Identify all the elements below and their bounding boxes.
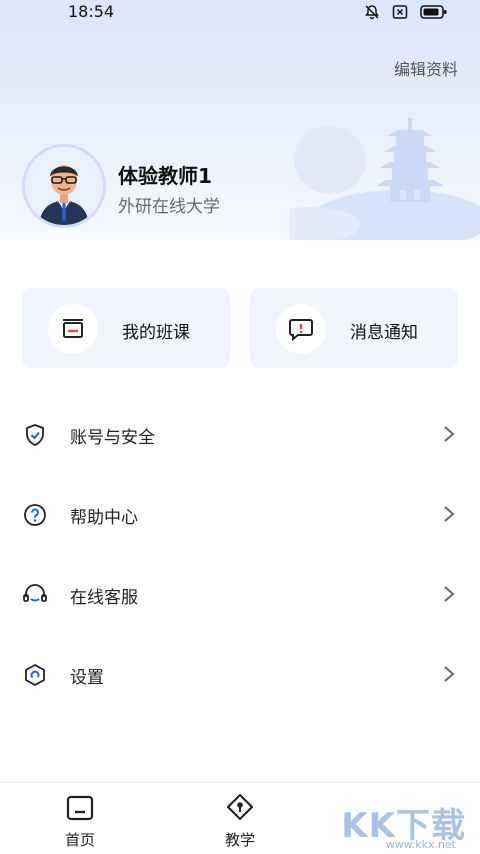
close-box-icon — [392, 5, 408, 19]
bell-off-icon — [365, 5, 379, 20]
headset-icon — [23, 584, 47, 602]
teaching-icon — [226, 793, 254, 821]
user-school: 外研在线大学 — [118, 197, 220, 217]
my-classes-label: 我的班课 — [122, 323, 190, 343]
shield-check-icon — [26, 424, 44, 446]
menu-item-online-service[interactable]: 在线客服 — [0, 564, 480, 624]
nav-teaching-label: 教学 — [224, 831, 255, 849]
chevron-right-icon — [444, 666, 455, 682]
menu-label: 在线客服 — [70, 588, 138, 608]
card-icon-wrap — [48, 304, 98, 354]
pagoda-illustration — [290, 118, 480, 240]
menu-item-help-center[interactable]: 帮助中心 — [0, 484, 480, 544]
notifications-card[interactable]: 消息通知 — [250, 288, 458, 368]
nav-teaching[interactable]: 教学 — [200, 793, 280, 850]
menu-label: 帮助中心 — [70, 508, 138, 528]
menu-label: 设置 — [70, 668, 104, 688]
classroom-icon — [63, 319, 83, 338]
chevron-right-icon — [444, 506, 455, 522]
chevron-right-icon — [444, 586, 455, 602]
user-name: 体验教师1 — [118, 164, 212, 188]
status-time: 18:54 — [68, 2, 115, 21]
card-icon-wrap — [276, 304, 326, 354]
settings-hex-icon — [25, 663, 45, 687]
my-classes-card[interactable]: 我的班课 — [22, 288, 230, 368]
question-circle-icon — [24, 504, 46, 526]
avatar[interactable] — [22, 144, 106, 228]
chevron-right-icon — [444, 426, 455, 442]
edit-profile-link[interactable]: 编辑资料 — [394, 56, 458, 80]
status-bar: 18:54 — [0, 0, 480, 24]
menu-label: 账号与安全 — [70, 428, 155, 448]
nav-home[interactable]: 首页 — [40, 793, 120, 850]
watermark-url: www.kkx.net — [385, 838, 456, 851]
menu-item-account-security[interactable]: 账号与安全 — [0, 404, 480, 464]
nav-home-label: 首页 — [64, 831, 95, 849]
menu-item-settings[interactable]: 设置 — [0, 644, 480, 704]
teacher-avatar-icon — [25, 147, 103, 225]
message-alert-icon — [289, 319, 313, 342]
battery-icon — [420, 5, 447, 19]
notifications-label: 消息通知 — [350, 323, 418, 343]
home-icon — [66, 795, 94, 821]
